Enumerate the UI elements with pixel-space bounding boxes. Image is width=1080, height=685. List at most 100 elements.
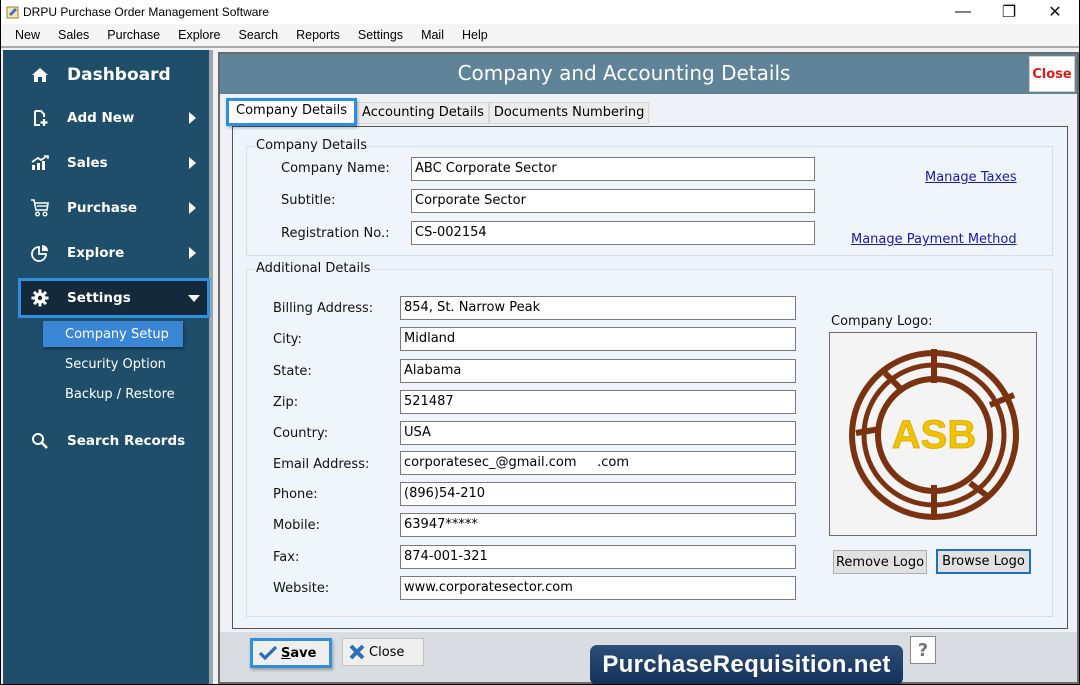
sidebar-item-purchase[interactable]: Purchase bbox=[19, 189, 209, 227]
window-close-button[interactable]: ✕ bbox=[1032, 0, 1078, 24]
additional-details-group: Additional Details Billing Address: 854,… bbox=[246, 261, 1053, 617]
city-input[interactable]: Midland bbox=[400, 327, 796, 351]
country-label: Country: bbox=[273, 426, 329, 441]
sidebar-item-label: Add New bbox=[67, 110, 135, 126]
sidebar-subitem-security-option[interactable]: Security Option bbox=[65, 357, 166, 372]
menu-sales[interactable]: Sales bbox=[49, 28, 98, 42]
close-button[interactable]: Close bbox=[342, 638, 424, 666]
save-label-rest: ave bbox=[290, 645, 317, 661]
chevron-right-icon bbox=[189, 202, 196, 214]
sidebar-item-settings[interactable]: Settings bbox=[18, 278, 210, 318]
sidebar-item-add-new[interactable]: Add New bbox=[19, 99, 209, 137]
fax-input[interactable]: 874-001-321 bbox=[400, 545, 796, 569]
help-button[interactable]: ? bbox=[910, 636, 936, 664]
sidebar-item-label: Sales bbox=[67, 155, 108, 171]
menu-mail[interactable]: Mail bbox=[412, 28, 453, 42]
mobile-label: Mobile: bbox=[273, 518, 321, 533]
sidebar-item-label: Purchase bbox=[67, 200, 138, 216]
tab-company-details[interactable]: Company Details bbox=[226, 98, 358, 126]
save-button[interactable]: Save bbox=[250, 638, 332, 668]
menu-explore[interactable]: Explore bbox=[169, 28, 229, 42]
email-address-label: Email Address: bbox=[273, 457, 370, 472]
state-label: State: bbox=[273, 364, 312, 379]
home-icon bbox=[29, 64, 51, 86]
sidebar-item-explore[interactable]: Explore bbox=[19, 234, 209, 272]
company-logo-label: Company Logo: bbox=[831, 314, 933, 329]
chart-up-icon bbox=[29, 152, 51, 174]
website-input[interactable]: www.corporatesector.com bbox=[400, 576, 796, 600]
menu-help[interactable]: Help bbox=[453, 28, 497, 42]
company-logo-image: ASB bbox=[829, 332, 1037, 536]
billing-address-input[interactable]: 854, St. Narrow Peak bbox=[400, 296, 796, 320]
sidebar: Dashboard Add New Sales Purchase Explore… bbox=[3, 50, 213, 684]
chevron-right-icon bbox=[189, 112, 196, 124]
company-details-tab-content: Company Details Company Name: ABC Corpor… bbox=[232, 126, 1068, 629]
menu-bar: New Sales Purchase Explore Search Report… bbox=[1, 24, 1079, 48]
minimize-button[interactable]: — bbox=[940, 0, 986, 24]
sidebar-item-sales[interactable]: Sales bbox=[19, 144, 209, 182]
minimize-icon: — bbox=[955, 3, 971, 20]
company-name-label: Company Name: bbox=[281, 161, 390, 176]
panel-title: Company and Accounting Details bbox=[457, 61, 791, 85]
sidebar-item-dashboard[interactable]: Dashboard bbox=[19, 56, 209, 94]
manage-taxes-link[interactable]: Manage Taxes bbox=[925, 170, 1017, 185]
panel-close-button[interactable]: Close bbox=[1029, 56, 1075, 92]
panel-header: Company and Accounting Details Close bbox=[220, 54, 1077, 94]
restore-icon: ❐ bbox=[1001, 4, 1017, 21]
menu-settings[interactable]: Settings bbox=[349, 28, 412, 42]
sidebar-item-label: Dashboard bbox=[67, 65, 171, 85]
zip-input[interactable]: 521487 bbox=[400, 390, 796, 414]
checkmark-icon bbox=[259, 646, 277, 660]
menu-new[interactable]: New bbox=[6, 28, 49, 42]
gear-icon bbox=[29, 287, 51, 309]
search-icon bbox=[29, 430, 51, 452]
fax-label: Fax: bbox=[273, 550, 300, 565]
sidebar-subitem-company-setup[interactable]: Company Setup bbox=[43, 321, 183, 347]
title-bar: DRPU Purchase Order Management Software … bbox=[1, 0, 1079, 24]
manage-payment-method-link[interactable]: Manage Payment Method bbox=[851, 232, 1017, 247]
email-address-input[interactable]: corporatesec_@gmail.com .com bbox=[400, 451, 796, 475]
menu-purchase[interactable]: Purchase bbox=[98, 28, 169, 42]
logo-text: ASB bbox=[892, 413, 976, 457]
tab-documents-numbering[interactable]: Documents Numbering bbox=[488, 102, 650, 124]
sidebar-item-search-records[interactable]: Search Records bbox=[19, 422, 209, 460]
registration-no-input[interactable]: CS-002154 bbox=[411, 221, 815, 245]
sidebar-subitem-backup-restore[interactable]: Backup / Restore bbox=[65, 387, 175, 402]
mobile-input[interactable]: 63947***** bbox=[400, 513, 796, 537]
chevron-right-icon bbox=[189, 157, 196, 169]
sidebar-item-label: Explore bbox=[67, 245, 125, 261]
state-input[interactable]: Alabama bbox=[400, 359, 796, 383]
company-accounting-panel: Company and Accounting Details Close Com… bbox=[218, 52, 1079, 684]
logo-graphic: ASB bbox=[849, 349, 1019, 520]
registration-no-label: Registration No.: bbox=[281, 226, 390, 241]
window-title: DRPU Purchase Order Management Software bbox=[23, 5, 270, 19]
zip-label: Zip: bbox=[273, 395, 299, 410]
tab-accounting-details[interactable]: Accounting Details bbox=[357, 102, 489, 124]
group-title: Additional Details bbox=[255, 261, 372, 276]
cart-icon bbox=[29, 197, 51, 219]
remove-logo-button[interactable]: Remove Logo bbox=[833, 550, 927, 574]
browse-logo-button[interactable]: Browse Logo bbox=[936, 549, 1031, 574]
subtitle-label: Subtitle: bbox=[281, 193, 336, 208]
maximize-button[interactable]: ❐ bbox=[986, 0, 1032, 24]
city-label: City: bbox=[273, 332, 302, 347]
billing-address-label: Billing Address: bbox=[273, 301, 374, 316]
tab-bar: Company Details Accounting Details Docum… bbox=[226, 98, 650, 126]
country-input[interactable]: USA bbox=[400, 421, 796, 445]
x-icon bbox=[349, 644, 365, 660]
chevron-right-icon bbox=[189, 247, 196, 259]
company-name-input[interactable]: ABC Corporate Sector bbox=[411, 157, 815, 181]
add-document-icon bbox=[29, 107, 51, 129]
menu-search[interactable]: Search bbox=[230, 28, 288, 42]
website-label: Website: bbox=[273, 581, 330, 596]
company-details-group: Company Details Company Name: ABC Corpor… bbox=[246, 138, 1053, 256]
question-mark-icon: ? bbox=[917, 639, 929, 661]
sidebar-item-label: Search Records bbox=[67, 433, 186, 449]
close-label: Close bbox=[369, 644, 405, 660]
sidebar-item-label: Settings bbox=[67, 290, 131, 306]
menu-reports[interactable]: Reports bbox=[287, 28, 349, 42]
phone-input[interactable]: (896)54-210 bbox=[400, 482, 796, 506]
watermark-banner: PurchaseRequisition.net bbox=[590, 645, 903, 684]
app-icon bbox=[6, 6, 19, 19]
subtitle-input[interactable]: Corporate Sector bbox=[411, 189, 815, 213]
